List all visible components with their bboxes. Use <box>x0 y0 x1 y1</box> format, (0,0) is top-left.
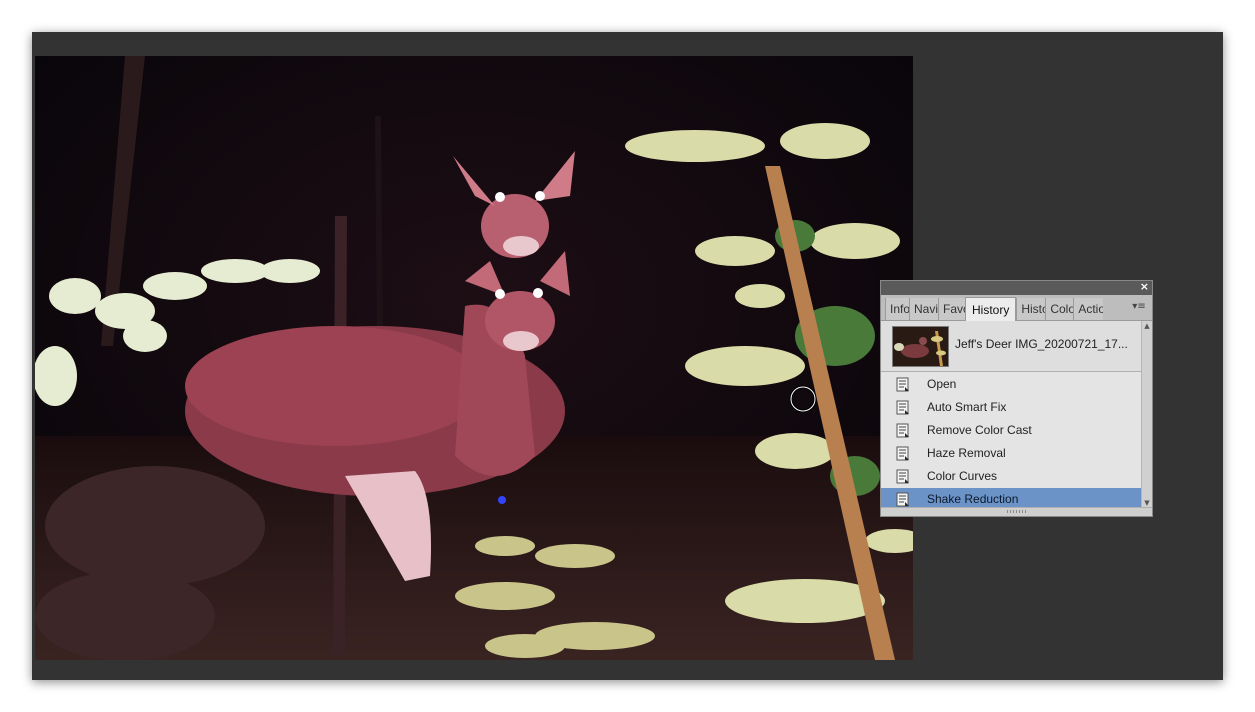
history-panel: × Info Navigator Favorites History Histo… <box>880 280 1153 517</box>
editor-workspace: × Info Navigator Favorites History Histo… <box>32 32 1223 680</box>
panel-resize-grip[interactable] <box>881 507 1152 516</box>
history-state-icon <box>896 469 909 484</box>
history-state-auto-smart-fix[interactable]: Auto Smart Fix <box>881 396 1142 419</box>
close-icon[interactable]: × <box>1140 280 1149 294</box>
deer-photo <box>35 56 913 660</box>
tab-info[interactable]: Info <box>885 298 909 320</box>
history-state-icon <box>896 423 909 438</box>
history-state-haze-removal[interactable]: Haze Removal <box>881 442 1142 465</box>
history-state-open[interactable]: Open <box>881 373 1142 396</box>
history-state-icon <box>896 492 909 507</box>
snapshot-thumbnail <box>892 326 949 367</box>
panel-menu-icon[interactable]: ▾≡ <box>1130 299 1148 315</box>
tab-navigator[interactable]: Navigator <box>909 298 938 320</box>
tab-histogram[interactable]: Histogram <box>1016 298 1046 320</box>
history-state-remove-color-cast[interactable]: Remove Color Cast <box>881 419 1142 442</box>
tab-actions[interactable]: Actions <box>1073 298 1104 320</box>
snapshot-label: Jeff's Deer IMG_20200721_17... <box>955 337 1128 351</box>
panel-titlebar[interactable]: × <box>881 280 1152 295</box>
history-list-area: Jeff's Deer IMG_20200721_17... Open Auto… <box>881 321 1152 511</box>
history-scrollbar[interactable]: ▲ ▼ <box>1141 321 1152 508</box>
history-state-icon <box>896 377 909 392</box>
image-canvas[interactable] <box>35 56 913 660</box>
tab-history[interactable]: History <box>965 297 1017 321</box>
brush-cursor-icon <box>789 385 817 413</box>
tab-favorites[interactable]: Favorites <box>938 298 965 320</box>
history-state-icon <box>896 400 909 415</box>
history-state-color-curves[interactable]: Color Curves <box>881 465 1142 488</box>
panel-tabbar: Info Navigator Favorites History Histogr… <box>881 295 1152 321</box>
history-states: Open Auto Smart Fix Remove Color Cast Ha… <box>881 373 1142 511</box>
history-state-icon <box>896 446 909 461</box>
history-snapshot[interactable]: Jeff's Deer IMG_20200721_17... <box>881 321 1152 372</box>
scroll-up-icon[interactable]: ▲ <box>1142 321 1152 331</box>
tab-color[interactable]: Color <box>1045 298 1074 320</box>
